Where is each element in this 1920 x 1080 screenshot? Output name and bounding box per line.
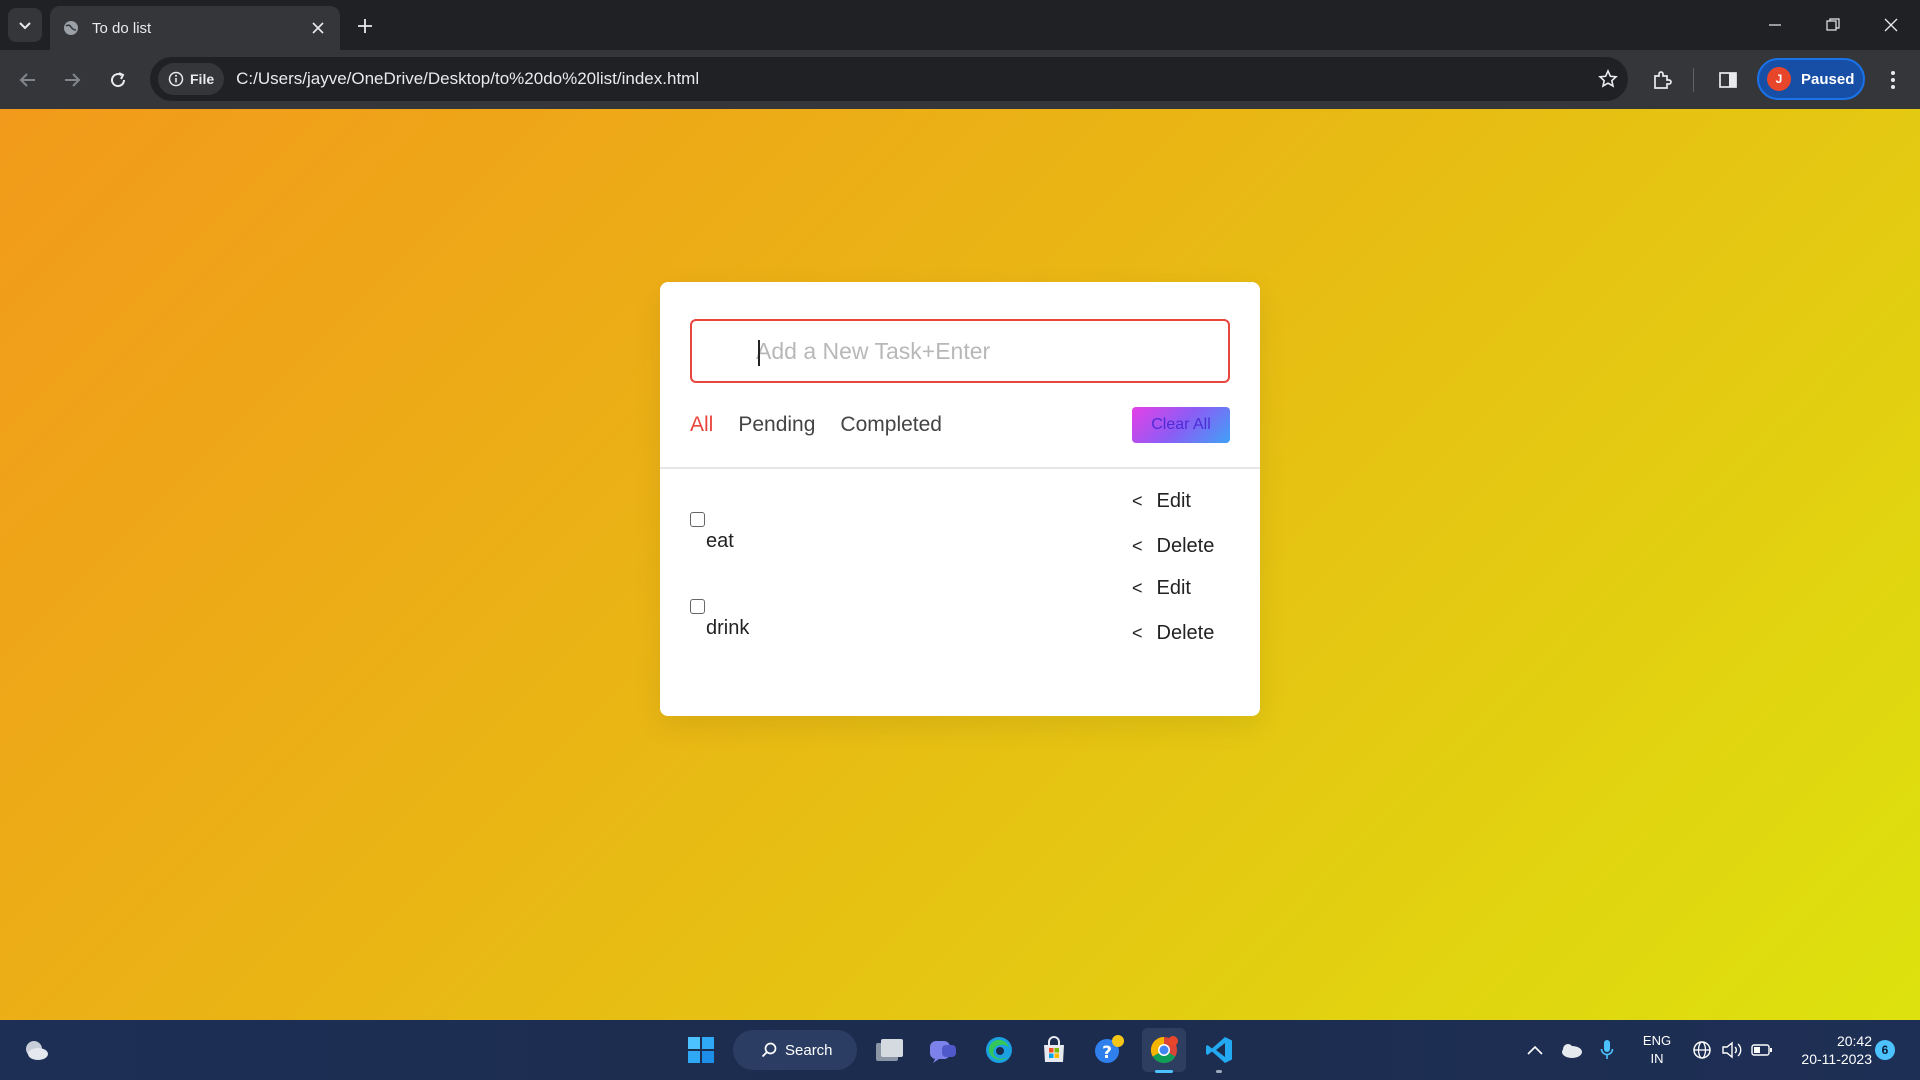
get-help-icon[interactable]: ? [1087,1028,1131,1072]
task-delete-action[interactable]: < Delete [1132,622,1214,645]
chevron-down-icon [19,22,31,30]
edge-browser-icon[interactable] [977,1028,1021,1072]
page-viewport: All Pending Completed Clear All eat < Ed… [0,109,1920,1020]
todo-card: All Pending Completed Clear All eat < Ed… [660,282,1260,716]
close-window-icon[interactable] [1862,0,1920,50]
text-caret [758,340,760,366]
vscode-icon[interactable] [1197,1028,1241,1072]
avatar: J [1767,67,1791,91]
chrome-active-indicator [1155,1070,1173,1073]
vscode-running-indicator [1216,1070,1222,1073]
chrome-browser-icon[interactable] [1142,1028,1186,1072]
start-windows-icon[interactable] [679,1028,723,1072]
clock-time: 20:42 [1836,1033,1872,1049]
clock-date: 20-11-2023 [1801,1051,1872,1067]
language-indicator[interactable]: ENG IN [1640,1032,1674,1068]
weather-widget-icon[interactable] [14,1028,58,1072]
divider [660,467,1260,469]
filter-completed[interactable]: Completed [840,413,942,437]
back-arrow-icon[interactable] [12,64,44,96]
chevron-left-icon: < [1132,491,1143,511]
side-panel-icon[interactable] [1712,64,1744,96]
new-tab-icon[interactable] [350,11,380,41]
task-edit-action[interactable]: < Edit [1132,577,1191,600]
delete-label: Delete [1156,535,1215,557]
filter-all[interactable]: All [690,413,713,437]
notification-count-badge[interactable]: 6 [1875,1040,1895,1060]
taskbar-clock[interactable]: 20:42 20-11-2023 [1792,1032,1872,1068]
task-view-icon[interactable] [867,1028,911,1072]
profile-button[interactable]: J Paused [1757,58,1865,100]
svg-text:?: ? [1102,1043,1112,1063]
chevron-left-icon: < [1132,578,1143,598]
task-delete-action[interactable]: < Delete [1132,535,1214,558]
chevron-left-icon: < [1132,536,1143,556]
task-checkbox[interactable] [690,512,705,527]
tab-title: To do list [92,19,152,37]
url-text[interactable]: C:/Users/jayve/OneDrive/Desktop/to%20do%… [236,69,1588,89]
clear-all-button[interactable]: Clear All [1132,407,1230,443]
extensions-puzzle-icon[interactable] [1646,64,1678,96]
volume-icon[interactable] [1718,1028,1746,1072]
info-icon [168,71,184,87]
chevron-left-icon: < [1132,623,1143,643]
taskbar-search[interactable]: Search [733,1030,857,1070]
browser-tab-bar: To do list [0,0,1920,50]
minimize-icon[interactable] [1746,0,1804,50]
filter-tabs: All Pending Completed [690,413,942,437]
show-hidden-icons-chevron-up-icon[interactable] [1520,1028,1550,1072]
restore-icon[interactable] [1804,0,1862,50]
task-edit-action[interactable]: < Edit [1132,490,1191,513]
task-name: drink [706,617,750,639]
task-name: eat [706,530,734,552]
region-code: IN [1650,1051,1664,1066]
toolbar-divider [1693,68,1694,92]
window-controls [1746,0,1920,50]
task-checkbox[interactable] [690,599,705,614]
forward-arrow-icon[interactable] [56,64,88,96]
globe-icon [64,21,78,35]
teams-chat-icon[interactable] [921,1028,965,1072]
address-bar[interactable]: File C:/Users/jayve/OneDrive/Desktop/to%… [150,57,1628,101]
browser-toolbar: File C:/Users/jayve/OneDrive/Desktop/to%… [0,50,1920,109]
site-info-chip[interactable]: File [158,63,225,95]
tab-search-button[interactable] [8,8,42,42]
microphone-icon[interactable] [1592,1028,1622,1072]
edit-label: Edit [1156,490,1191,512]
onedrive-cloud-icon[interactable] [1553,1028,1589,1072]
task-item: eat < Edit < Delete [690,490,1230,570]
language-code: ENG [1642,1033,1672,1048]
network-globe-icon[interactable] [1688,1028,1716,1072]
reload-icon[interactable] [102,64,134,96]
delete-label: Delete [1156,622,1215,644]
more-menu-icon[interactable] [1877,64,1909,96]
edit-label: Edit [1156,577,1191,599]
file-chip-label: File [190,71,215,87]
search-icon [761,1042,777,1058]
bookmark-star-icon[interactable] [1588,69,1628,89]
close-tab-icon[interactable] [308,18,328,38]
task-input-box[interactable] [690,319,1230,383]
task-input[interactable] [692,321,1228,381]
windows-taskbar: Search ? ENG IN 20:42 20-11-2023 6 [0,1020,1920,1080]
task-item: drink < Edit < Delete [690,577,1230,657]
browser-tab[interactable]: To do list [50,6,340,50]
filter-pending[interactable]: Pending [738,413,815,437]
profile-status: Paused [1801,70,1855,88]
battery-icon[interactable] [1748,1028,1776,1072]
taskbar-search-label: Search [785,1041,833,1059]
microsoft-store-icon[interactable] [1032,1028,1076,1072]
